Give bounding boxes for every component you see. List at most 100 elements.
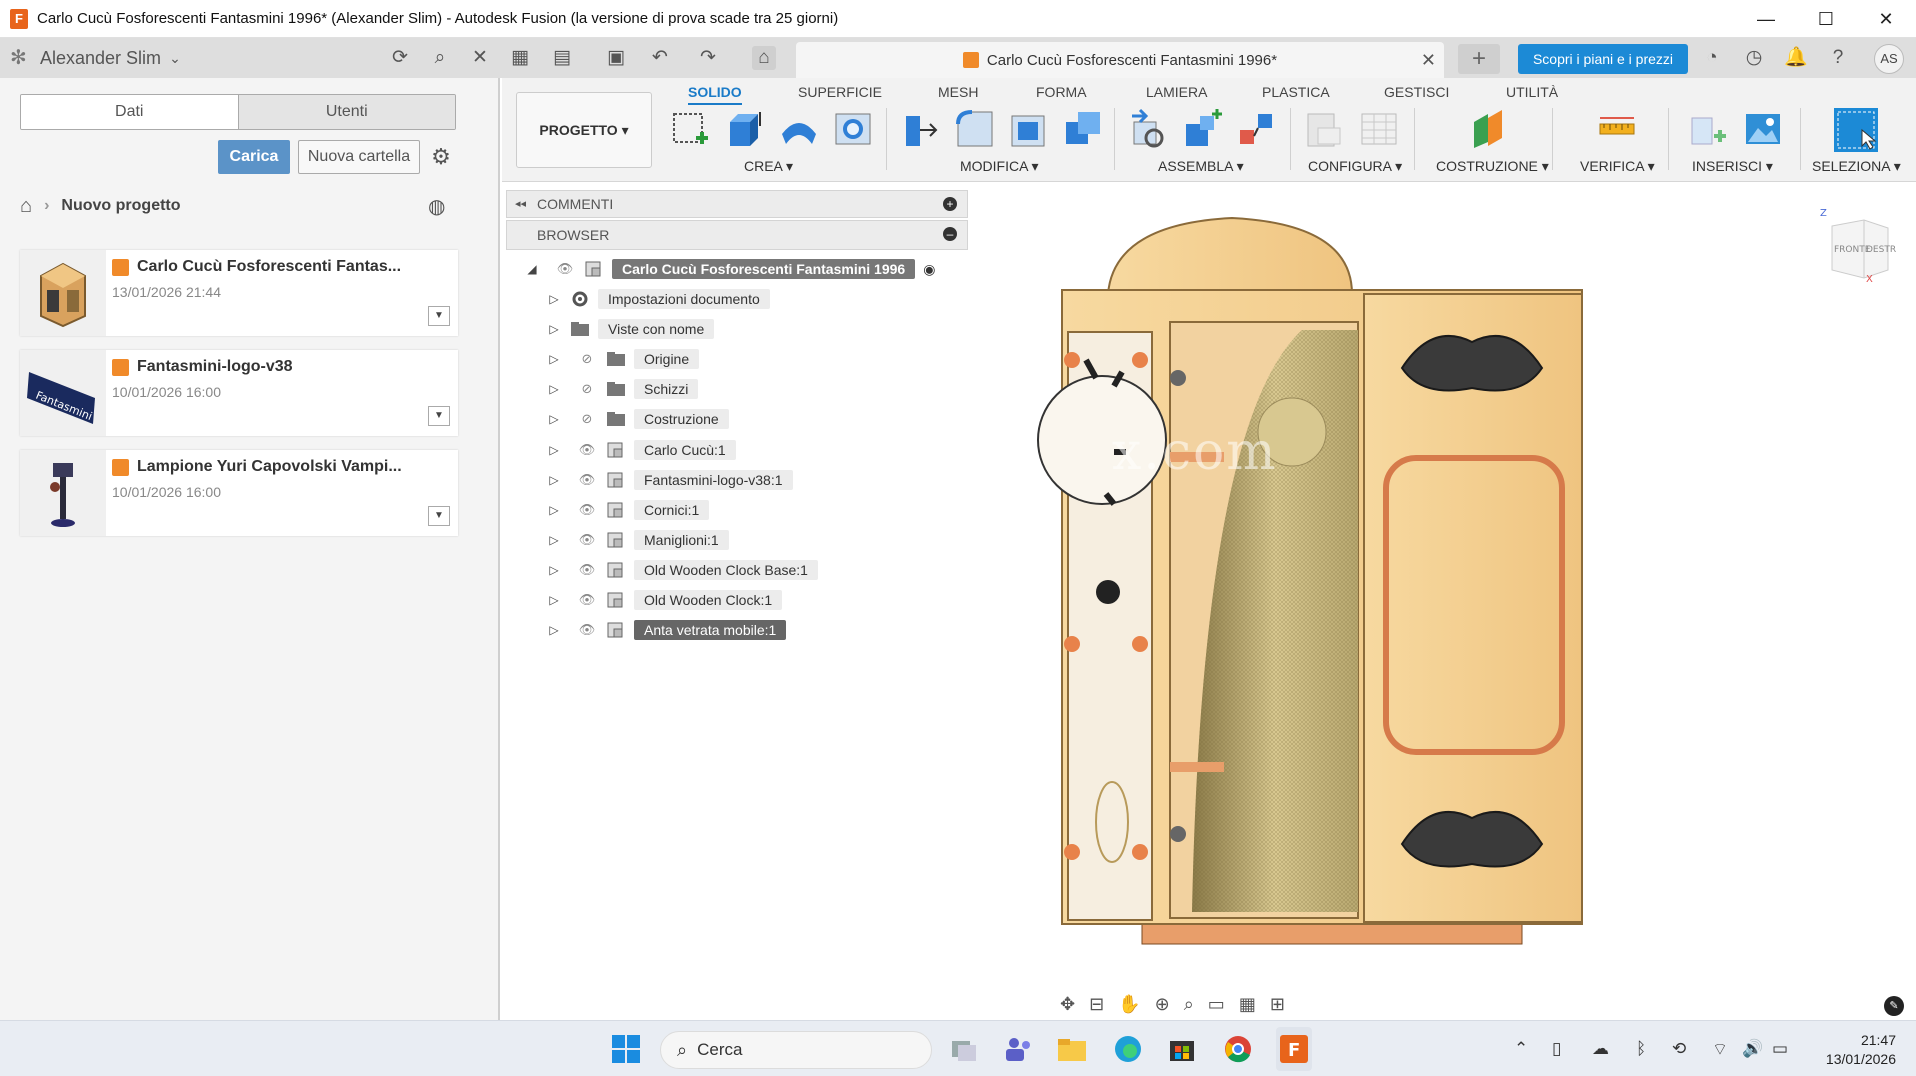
maximize-button[interactable]: ☐	[1796, 0, 1856, 38]
tree-item-row[interactable]: ▷ 👁 Cornici:1	[546, 497, 710, 523]
config-table-icon[interactable]	[1358, 108, 1400, 150]
minimize-button[interactable]: —	[1736, 0, 1796, 38]
battery-icon[interactable]: ▭	[1772, 1039, 1788, 1059]
globe-icon[interactable]: ◍	[428, 194, 452, 218]
breadcrumb-project[interactable]: Nuovo progetto	[61, 197, 180, 215]
file-options-dropdown[interactable]: ▼	[428, 306, 450, 326]
comments-panel-header[interactable]: ◂◂ COMMENTI +	[506, 190, 968, 218]
expand-triangle-icon[interactable]: ▷	[546, 473, 562, 487]
apps-grid-icon[interactable]: ▦	[508, 46, 532, 70]
eye-hidden-icon[interactable]: ⊘	[576, 381, 598, 397]
expand-triangle-icon[interactable]: ▷	[546, 382, 562, 396]
new-tab-button[interactable]: +	[1458, 44, 1500, 74]
zoom-icon[interactable]: ⊕	[1155, 994, 1170, 1015]
file-card[interactable]: Fantasmini Fantasmini-logo-v38 10/01/202…	[20, 350, 458, 436]
create-sketch-icon[interactable]	[670, 108, 712, 150]
teams-icon[interactable]	[1002, 1033, 1034, 1065]
new-component-icon[interactable]	[1128, 108, 1170, 150]
insert-image-icon[interactable]	[1742, 108, 1784, 150]
wifi-icon[interactable]: ⌔	[1712, 1039, 1728, 1060]
zoom-window-icon[interactable]: ⌕	[1184, 994, 1194, 1015]
file-card[interactable]: Carlo Cucù Fosforescenti Fantas... 13/01…	[20, 250, 458, 336]
look-at-icon[interactable]: ⊟	[1089, 994, 1104, 1015]
help-icon[interactable]: ?	[1826, 46, 1850, 70]
group-crea[interactable]: CREA ▾	[744, 158, 793, 175]
eye-icon[interactable]: 👁	[576, 472, 598, 488]
collapse-triangle-icon[interactable]: ◢	[524, 262, 540, 276]
tree-root-row[interactable]: ◢ 👁 Carlo Cucù Fosforescenti Fantasmini …	[524, 256, 935, 282]
shell-icon[interactable]	[1008, 108, 1050, 150]
onedrive-icon[interactable]: ☁	[1592, 1039, 1609, 1059]
tab-dati[interactable]: Dati	[21, 95, 238, 129]
expand-triangle-icon[interactable]: ▷	[546, 443, 562, 457]
tab-gestisci[interactable]: GESTISCI	[1384, 84, 1449, 100]
group-inserisci[interactable]: INSERISCI ▾	[1692, 158, 1773, 175]
pan-icon[interactable]: ✋	[1118, 994, 1140, 1015]
display-settings-icon[interactable]: ▭	[1208, 994, 1225, 1015]
tree-item-row[interactable]: ▷ Impostazioni documento	[546, 286, 770, 312]
extrude-icon[interactable]	[724, 108, 766, 150]
tree-item-row[interactable]: ▷ 👁 Old Wooden Clock:1	[546, 587, 783, 613]
insert-derive-icon[interactable]	[1688, 108, 1730, 150]
activate-radio-icon[interactable]: ◉	[923, 261, 935, 278]
job-status-icon[interactable]: ◷	[1742, 46, 1766, 70]
eye-icon[interactable]: 👁	[554, 261, 576, 277]
volume-icon[interactable]: 🔊	[1742, 1039, 1763, 1059]
expand-triangle-icon[interactable]: ▷	[546, 623, 562, 637]
store-icon[interactable]	[1166, 1033, 1198, 1065]
tree-item-row[interactable]: ▷ 👁 Maniglioni:1	[546, 527, 729, 553]
orbit-icon[interactable]: ✥	[1060, 994, 1075, 1015]
group-assembla[interactable]: ASSEMBLA ▾	[1158, 158, 1244, 175]
expand-triangle-icon[interactable]: ▷	[546, 412, 562, 426]
tree-item-row[interactable]: ▷ 👁 Old Wooden Clock Base:1	[546, 557, 818, 583]
eye-hidden-icon[interactable]: ⊘	[576, 351, 598, 367]
redo-icon[interactable]: ↷	[696, 46, 720, 70]
tree-item-row[interactable]: ▷ 👁 Fantasmini-logo-v38:1	[546, 467, 793, 493]
edge-icon[interactable]	[1112, 1033, 1144, 1065]
expand-triangle-icon[interactable]: ▷	[546, 593, 562, 607]
expand-triangle-icon[interactable]: ▷	[546, 292, 562, 306]
combine-icon[interactable]	[1062, 108, 1104, 150]
chrome-icon[interactable]	[1222, 1033, 1254, 1065]
collapse-browser-icon[interactable]: –	[943, 227, 957, 241]
eye-icon[interactable]: 👁	[576, 502, 598, 518]
file-options-dropdown[interactable]: ▼	[428, 506, 450, 526]
tree-item-row[interactable]: ▷ ⊘ Origine	[546, 346, 700, 372]
plans-pricing-button[interactable]: Scopri i piani e i prezzi	[1518, 44, 1688, 74]
gear-icon[interactable]: ⚙	[428, 142, 454, 172]
user-menu[interactable]: ✻ Alexander Slim ⌄	[10, 38, 181, 78]
document-tab[interactable]: Carlo Cucù Fosforescenti Fantasmini 1996…	[796, 42, 1444, 78]
group-configura[interactable]: CONFIGURA ▾	[1308, 158, 1402, 175]
windows-start-icon[interactable]	[610, 1033, 642, 1065]
expand-triangle-icon[interactable]: ▷	[546, 322, 562, 336]
fillet-icon[interactable]	[954, 108, 996, 150]
tab-forma[interactable]: FORMA	[1036, 84, 1087, 100]
as-built-joint-icon[interactable]	[1236, 108, 1278, 150]
file-options-dropdown[interactable]: ▼	[428, 406, 450, 426]
usb-icon[interactable]: ▯	[1552, 1039, 1561, 1059]
group-verifica[interactable]: VERIFICA ▾	[1580, 158, 1655, 175]
expand-triangle-icon[interactable]: ▷	[546, 533, 562, 547]
revolve-icon[interactable]	[778, 108, 820, 150]
expand-comments-icon[interactable]: +	[943, 197, 957, 211]
file-menu-icon[interactable]: ▤	[550, 46, 574, 70]
browser-panel-header[interactable]: BROWSER –	[506, 220, 968, 250]
eye-icon[interactable]: 👁	[576, 592, 598, 608]
close-window-button[interactable]: ✕	[1856, 0, 1916, 38]
tab-lamiera[interactable]: LAMIERA	[1146, 84, 1207, 100]
close-tab-icon[interactable]: ✕	[1421, 50, 1436, 71]
tree-item-row[interactable]: ▷ ⊘ Costruzione	[546, 406, 729, 432]
new-folder-button[interactable]: Nuova cartella	[298, 140, 420, 174]
comment-bubble-icon[interactable]: ✎	[1884, 996, 1904, 1016]
avatar[interactable]: AS	[1874, 44, 1904, 74]
group-seleziona[interactable]: SELEZIONA ▾	[1812, 158, 1901, 175]
tree-item-row[interactable]: ▷ 👁 Carlo Cucù:1	[546, 437, 736, 463]
offset-plane-icon[interactable]	[1468, 108, 1510, 150]
eye-icon[interactable]: 👁	[576, 562, 598, 578]
sync-icon[interactable]: ⟲	[1672, 1039, 1686, 1059]
eye-icon[interactable]: 👁	[576, 532, 598, 548]
tab-plastica[interactable]: PLASTICA	[1262, 84, 1330, 100]
bluetooth-icon[interactable]: ᛒ	[1636, 1039, 1646, 1059]
hole-icon[interactable]	[832, 108, 874, 150]
joint-icon[interactable]	[1182, 108, 1224, 150]
